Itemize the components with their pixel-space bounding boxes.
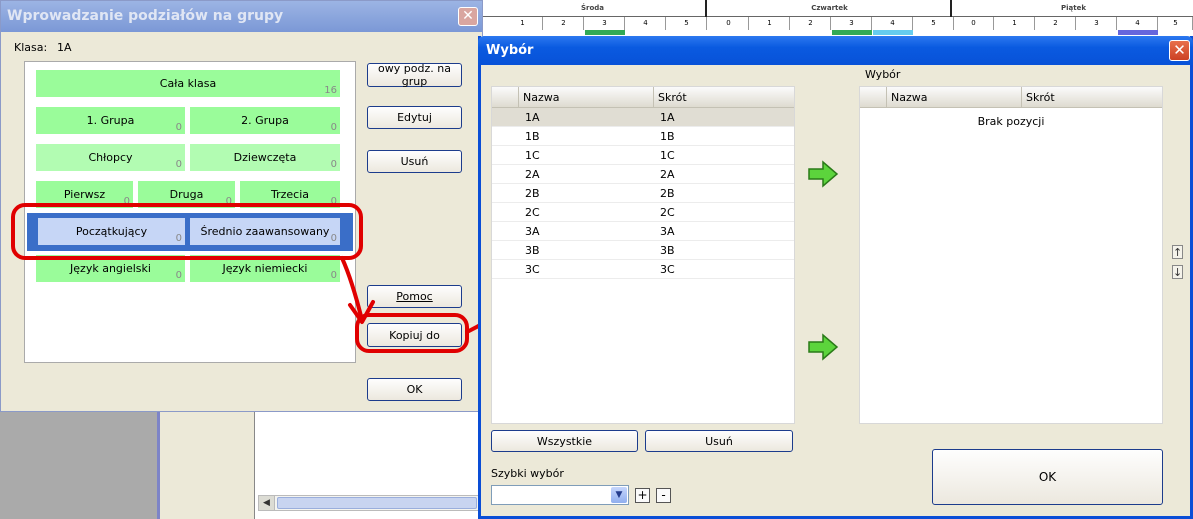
cell-short: 3C: [660, 263, 675, 276]
remove-button[interactable]: Usuń: [645, 430, 793, 452]
list-item[interactable]: 1C 1C: [492, 146, 794, 165]
list-item[interactable]: 2A 2A: [492, 165, 794, 184]
cell-short: 1B: [660, 130, 675, 143]
cell-name: 1B: [525, 130, 540, 143]
column-header-name[interactable]: Nazwa: [886, 87, 1021, 108]
quick-select-label: Szybki wybór: [491, 467, 564, 480]
cell-name: 1C: [525, 149, 540, 162]
plus-icon[interactable]: +: [635, 488, 650, 503]
select-all-button[interactable]: Wszystkie: [491, 430, 638, 452]
column-header-name[interactable]: Nazwa: [518, 87, 653, 108]
list-item[interactable]: 3B 3B: [492, 241, 794, 260]
cell-short: 3B: [660, 244, 675, 257]
cell-name: 2B: [525, 187, 540, 200]
green-arrow-right-icon[interactable]: [807, 160, 839, 188]
ok-button[interactable]: OK: [932, 449, 1163, 505]
list-item[interactable]: 2C 2C: [492, 203, 794, 222]
list-item[interactable]: 1A 1A: [492, 108, 794, 127]
list-item[interactable]: 1B 1B: [492, 127, 794, 146]
list-item[interactable]: 2B 2B: [492, 184, 794, 203]
minus-icon[interactable]: -: [656, 488, 671, 503]
dialog-title: Wybór: [486, 43, 534, 58]
list-header: Nazwa Skrót: [492, 87, 794, 108]
list-item[interactable]: 3A 3A: [492, 222, 794, 241]
cell-short: 2B: [660, 187, 675, 200]
cell-short: 2C: [660, 206, 675, 219]
green-arrow-right-icon[interactable]: [807, 333, 839, 361]
selection-dialog: Wybór ✕ Nazwa Skrót 1A 1A 1B 1B 1C 1C 2A 2A …: [478, 36, 1193, 519]
cell-short: 1A: [660, 111, 675, 124]
cell-name: 1A: [525, 111, 540, 124]
cell-name: 3B: [525, 244, 540, 257]
cell-name: 2A: [525, 168, 540, 181]
quick-select-dropdown[interactable]: ▼: [491, 485, 629, 505]
dialog-title-bar: Wybór ✕: [478, 36, 1193, 65]
close-icon[interactable]: ✕: [1169, 40, 1190, 61]
up-arrow-icon[interactable]: ↑: [1172, 245, 1183, 259]
down-arrow-icon[interactable]: ↓: [1172, 265, 1183, 279]
empty-list-message: Brak pozycji: [977, 115, 1045, 128]
selected-list[interactable]: Nazwa Skrót Brak pozycji: [859, 86, 1163, 424]
available-list[interactable]: Nazwa Skrót 1A 1A 1B 1B 1C 1C 2A 2A 2B 2B 2C 2…: [491, 86, 795, 424]
cell-short: 1C: [660, 149, 675, 162]
column-header-short[interactable]: Skrót: [1021, 87, 1163, 108]
column-header-short[interactable]: Skrót: [653, 87, 795, 108]
cell-name: 2C: [525, 206, 540, 219]
cell-name: 3A: [525, 225, 540, 238]
cell-name: 3C: [525, 263, 540, 276]
list-item[interactable]: 3C 3C: [492, 260, 794, 279]
selection-label: Wybór: [865, 68, 901, 81]
list-header: Nazwa Skrót: [860, 87, 1162, 108]
chevron-down-icon[interactable]: ▼: [611, 487, 627, 503]
cell-short: 3A: [660, 225, 675, 238]
cell-short: 2A: [660, 168, 675, 181]
